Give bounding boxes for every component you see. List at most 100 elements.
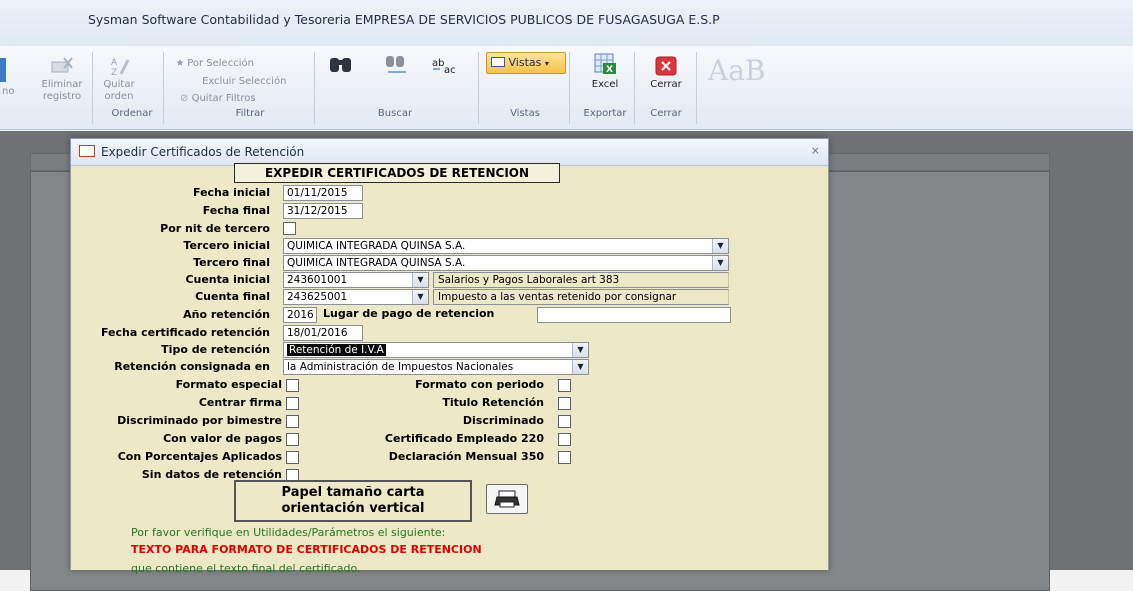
excluir-seleccion-label: Excluir Selección <box>202 76 287 87</box>
discriminado-bimestre-label: Discriminado por bimestre <box>117 414 282 427</box>
chevron-down-icon[interactable]: ▼ <box>572 343 588 357</box>
verification-note: Por favor verifique en Utilidades/Paráme… <box>131 526 446 539</box>
final-text-note: que contiene el texto final del certific… <box>131 562 361 575</box>
declaracion-mensual-checkbox[interactable] <box>558 451 571 464</box>
filter-clear-icon: ⊘ <box>180 93 189 104</box>
chevron-down-icon[interactable]: ▼ <box>712 256 728 270</box>
eliminar-registro-button[interactable]: Eliminar registro <box>38 56 86 103</box>
paper-line-2: orientación vertical <box>281 501 425 516</box>
cuenta-inicial-value: 243601001 <box>287 274 348 286</box>
chevron-down-icon: ▾ <box>544 59 549 68</box>
excel-button[interactable]: X Excel <box>580 52 630 91</box>
fecha-inicial-label: Fecha inicial <box>193 186 270 199</box>
binoculars-icon <box>330 58 351 72</box>
cuenta-inicial-label: Cuenta inicial <box>185 273 270 286</box>
con-valor-pagos-checkbox[interactable] <box>286 433 299 446</box>
parameter-name-note: TEXTO PARA FORMATO DE CERTIFICADOS DE RE… <box>131 543 482 556</box>
quitar-orden-label-1: Quitar <box>103 79 135 90</box>
certificado-empleado-label: Certificado Empleado 220 <box>384 432 544 445</box>
titulo-retencion-label: Titulo Retención <box>442 396 544 409</box>
group-filtrar-label: Filtrar <box>235 108 265 119</box>
paper-line-1: Papel tamaño carta <box>281 485 425 500</box>
por-seleccion-label: Por Selección <box>187 58 254 69</box>
cuenta-inicial-description: Salarios y Pagos Laborales art 383 <box>433 272 729 288</box>
expedir-certificados-dialog: Expedir Certificados de Retención ⨯ EXPE… <box>70 138 829 575</box>
dialog-close-icon[interactable]: ⨯ <box>811 144 820 157</box>
window-title-bar: Sysman Software Contabilidad y Tesoreria… <box>0 0 1133 46</box>
tercero-inicial-combo[interactable]: QUIMICA INTEGRADA QUINSA S.A. ▼ <box>283 238 729 254</box>
cuenta-final-combo[interactable]: 243625001 ▼ <box>283 289 429 305</box>
group-cerrar-label: Cerrar <box>650 108 682 119</box>
titulo-retencion-checkbox[interactable] <box>558 397 571 410</box>
anio-retencion-field[interactable]: 2016 <box>283 307 317 323</box>
group-buscar-label: Buscar <box>377 108 413 119</box>
tipo-retencion-combo[interactable]: Retención de I.V.A ▼ <box>283 342 589 358</box>
form-heading: EXPEDIR CERTIFICADOS DE RETENCION <box>234 163 560 183</box>
excel-label: Excel <box>591 79 619 90</box>
group-exportar-label: Exportar <box>583 108 627 119</box>
discriminado-bimestre-checkbox[interactable] <box>286 415 299 428</box>
svg-text:ab: ab <box>432 58 444 69</box>
retencion-consignada-value: la Administración de Impuestos Nacionale… <box>287 361 514 373</box>
cerrar-label: Cerrar <box>650 79 682 90</box>
con-valor-pagos-label: Con valor de pagos <box>163 432 282 445</box>
print-button[interactable] <box>486 484 528 514</box>
formato-periodo-label: Formato con periodo <box>415 378 544 391</box>
vistas-button[interactable]: Vistas ▾ <box>486 52 566 74</box>
retencion-consignada-combo[interactable]: la Administración de Impuestos Nacionale… <box>283 359 589 375</box>
fecha-inicial-field[interactable]: 01/11/2015 <box>283 185 363 201</box>
ribbon-edge-icon <box>0 58 6 82</box>
buscar-button[interactable] <box>326 54 356 80</box>
centrar-firma-label: Centrar firma <box>198 396 282 409</box>
svg-text:A: A <box>111 58 118 68</box>
close-icon <box>655 56 677 76</box>
ribbon-separator <box>478 52 479 124</box>
eliminar-label-1: Eliminar <box>41 79 83 90</box>
lugar-pago-field[interactable] <box>537 307 731 323</box>
ribbon-separator <box>569 52 570 124</box>
tercero-final-label: Tercero final <box>193 256 270 269</box>
formato-periodo-checkbox[interactable] <box>558 379 571 392</box>
tercero-final-combo[interactable]: QUIMICA INTEGRADA QUINSA S.A. ▼ <box>283 255 729 271</box>
con-porcentajes-checkbox[interactable] <box>286 451 299 464</box>
cerrar-button[interactable]: Cerrar <box>640 56 692 91</box>
lugar-pago-label: Lugar de pago de retencion <box>323 307 495 320</box>
quitar-orden-button[interactable]: A Z Quitar orden <box>100 56 138 103</box>
excluir-seleccion-button[interactable]: Excluir Selección <box>202 76 286 87</box>
por-seleccion-button[interactable]: 🟊 Por Selección <box>176 56 254 71</box>
anio-retencion-label: Año retención <box>183 308 270 321</box>
dialog-title-bar: Expedir Certificados de Retención ⨯ <box>71 139 828 166</box>
group-ordenar-label: Ordenar <box>111 108 153 119</box>
tipo-retencion-value: Retención de I.V.A <box>287 344 386 356</box>
discriminado-checkbox[interactable] <box>558 415 571 428</box>
ribbon-ghost-text: AaB <box>708 54 766 87</box>
quitar-filtros-button[interactable]: ⊘ Quitar Filtros <box>180 93 256 104</box>
reemplazar-button[interactable]: ab ac <box>428 56 464 80</box>
fecha-final-field[interactable]: 31/12/2015 <box>283 203 363 219</box>
por-nit-checkbox[interactable] <box>283 222 296 235</box>
buscar-siguiente-button[interactable] <box>382 54 412 80</box>
filter-selection-icon: 🟊 <box>176 58 184 69</box>
chevron-down-icon[interactable]: ▼ <box>572 360 588 374</box>
excel-icon: X <box>594 53 616 75</box>
declaracion-mensual-label: Declaración Mensual 350 <box>388 450 544 463</box>
tercero-inicial-value: QUIMICA INTEGRADA QUINSA S.A. <box>287 240 466 252</box>
fecha-certificado-label: Fecha certificado retención <box>100 326 270 339</box>
chevron-down-icon[interactable]: ▼ <box>412 273 428 287</box>
ribbon: AaB no Eliminar registro A Z Quitar orde… <box>0 46 1133 130</box>
delete-record-icon <box>51 57 73 73</box>
printer-icon <box>494 490 520 508</box>
cuenta-final-value: 243625001 <box>287 291 348 303</box>
quitar-filtros-label: Quitar Filtros <box>191 93 256 104</box>
fecha-certificado-field[interactable]: 18/01/2016 <box>283 325 363 341</box>
eliminar-label-2: registro <box>42 91 82 102</box>
cuenta-inicial-combo[interactable]: 243601001 ▼ <box>283 272 429 288</box>
tercero-final-value: QUIMICA INTEGRADA QUINSA S.A. <box>287 257 466 269</box>
centrar-firma-checkbox[interactable] <box>286 397 299 410</box>
chevron-down-icon[interactable]: ▼ <box>412 290 428 304</box>
chevron-down-icon[interactable]: ▼ <box>712 239 728 253</box>
formato-especial-checkbox[interactable] <box>286 379 299 392</box>
dialog-title: Expedir Certificados de Retención <box>101 145 305 159</box>
certificado-empleado-checkbox[interactable] <box>558 433 571 446</box>
binoculars-next-icon <box>386 56 406 73</box>
